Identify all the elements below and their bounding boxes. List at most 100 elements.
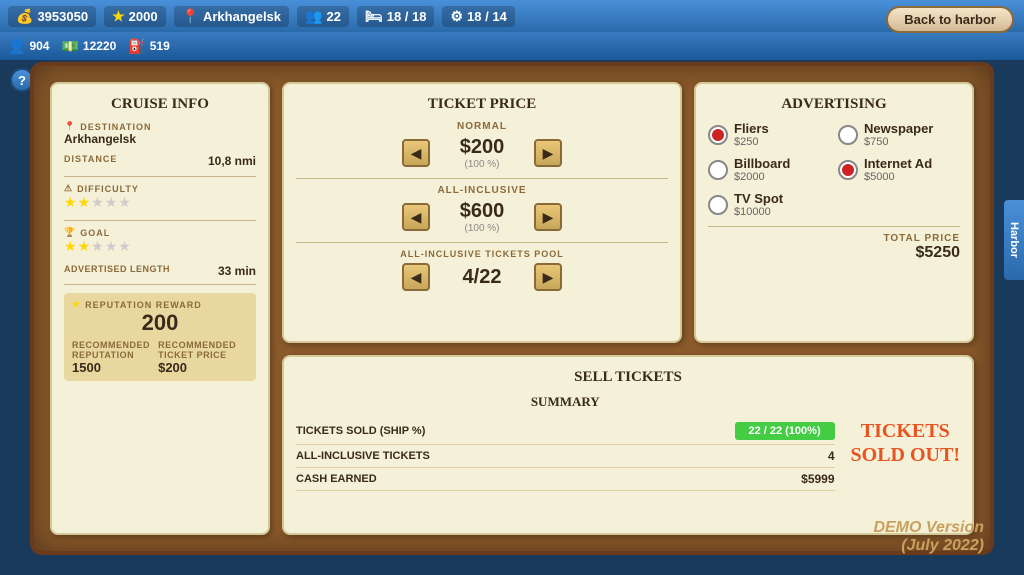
ad-name-billboard: Billboard xyxy=(734,156,790,171)
location-display: 📍 Arkhangelsk xyxy=(174,6,289,27)
ad-price-newspaper: $750 xyxy=(864,136,933,148)
all-inclusive-increase-button[interactable]: ▶ xyxy=(534,203,562,231)
ad-radio-newspaper[interactable] xyxy=(838,125,858,145)
pool-decrease-button[interactable]: ◀ xyxy=(402,263,430,291)
normal-ticket-decrease-button[interactable]: ◀ xyxy=(402,139,430,167)
distance-row: DISTANCE 10,8 nmi xyxy=(64,154,256,168)
ad-price-fliers: $250 xyxy=(734,136,769,148)
fuel-display: ⛽ 519 xyxy=(128,38,169,55)
total-price-section: TOTAL PRICE $5250 xyxy=(708,226,960,262)
items-value: 18 / 14 xyxy=(467,9,507,24)
star-value: 2000 xyxy=(129,9,158,24)
all-inclusive-ticket-section: ALL-INCLUSIVE ◀ $600 (100 %) ▶ xyxy=(296,185,668,234)
difficulty-icon: ⚠ xyxy=(64,183,73,194)
reputation-section: ★ REPUTATION REWARD 200 RECOMMENDED REPU… xyxy=(64,293,256,381)
all-inclusive-summary-label: ALL-INCLUSIVE TICKETS xyxy=(296,450,430,462)
main-board: CRUISE INFO 📍 DESTINATION Arkhangelsk DI… xyxy=(30,62,994,555)
items-display: ⚙ 18 / 14 xyxy=(442,6,514,27)
tickets-sold-fill: 22 / 22 (100%) xyxy=(735,422,835,440)
cash-earned-row: CASH EARNED $5999 xyxy=(296,468,835,491)
cabins-display: 🛏 18 / 18 xyxy=(357,6,435,27)
cash-display: 💵 12220 xyxy=(61,38,116,55)
money-value: 3953050 xyxy=(37,9,88,24)
back-to-harbor-button[interactable]: Back to harbor xyxy=(886,6,1014,33)
difficulty-label: ⚠ DIFFICULTY xyxy=(64,183,256,194)
goal-row: 🏆 GOAL ★ ★ ★ ★ ★ xyxy=(64,227,256,256)
ad-price-tv-spot: $10000 xyxy=(734,206,783,218)
reputation-reward-value: 200 xyxy=(72,310,248,336)
distance-label: DISTANCE xyxy=(64,154,117,168)
star-icon: ★ xyxy=(112,8,125,25)
all-inclusive-ticket-label: ALL-INCLUSIVE xyxy=(296,185,668,196)
normal-ticket-increase-button[interactable]: ▶ xyxy=(534,139,562,167)
money-display: 💰 3953050 xyxy=(8,6,96,27)
ad-item-billboard: Billboard $2000 xyxy=(708,156,830,183)
advertised-length-label: ADVERTISED LENGTH xyxy=(64,264,170,278)
normal-ticket-value: $200 xyxy=(442,136,522,159)
ad-name-fliers: Fliers xyxy=(734,121,769,136)
pool-value: 4/22 xyxy=(442,266,522,289)
pool-label: ALL-INCLUSIVE TICKETS POOL xyxy=(296,249,668,259)
goal-label: 🏆 GOAL xyxy=(64,227,256,238)
star-display: ★ 2000 xyxy=(104,6,165,27)
items-icon: ⚙ xyxy=(450,8,463,25)
ad-radio-fliers[interactable] xyxy=(708,125,728,145)
demo-version-line1: DEMO Version xyxy=(873,519,984,537)
tickets-sold-row: TICKETS SOLD (SHIP %) 22 / 22 (100%) xyxy=(296,418,835,445)
sell-tickets-card: SELL TICKETS SUMMARY TICKETS SOLD (SHIP … xyxy=(282,355,974,535)
reputation-star-icon: ★ xyxy=(72,299,81,310)
ticket-price-card: TICKET PRICE NORMAL ◀ $200 (100 %) ▶ ALL… xyxy=(282,82,682,343)
total-price-label: TOTAL PRICE xyxy=(708,233,960,244)
crew-value: 22 xyxy=(326,9,340,24)
destination-label: 📍 DESTINATION xyxy=(64,121,256,132)
advertising-card: ADVERTISING Fliers $250 Newspaper $750 xyxy=(694,82,974,343)
normal-ticket-section: NORMAL ◀ $200 (100 %) ▶ xyxy=(296,121,668,170)
advertised-length-value: 33 min xyxy=(218,264,256,278)
cabins-value: 18 / 18 xyxy=(387,9,427,24)
harbor-tab[interactable]: Harbor xyxy=(1004,200,1024,280)
all-inclusive-row: ALL-INCLUSIVE TICKETS 4 xyxy=(296,445,835,468)
fuel-icon: ⛽ xyxy=(128,38,145,55)
all-inclusive-value: $600 xyxy=(442,200,522,223)
ad-item-newspaper: Newspaper $750 xyxy=(838,121,960,148)
normal-ticket-control: ◀ $200 (100 %) ▶ xyxy=(296,136,668,170)
advertised-length-row: ADVERTISED LENGTH 33 min xyxy=(64,264,256,278)
cash-earned-label: CASH EARNED xyxy=(296,473,377,485)
fuel-value: 519 xyxy=(150,39,170,53)
ad-radio-internet-ad[interactable] xyxy=(838,160,858,180)
difficulty-stars: ★ ★ ★ ★ ★ xyxy=(64,194,131,211)
cabins-icon: 🛏 xyxy=(365,8,383,25)
ad-radio-tv-spot[interactable] xyxy=(708,195,728,215)
distance-value: 10,8 nmi xyxy=(208,154,256,168)
destination-icon: 📍 xyxy=(64,121,76,132)
location-icon: 📍 xyxy=(182,8,199,25)
ad-name-tv-spot: TV Spot xyxy=(734,191,783,206)
second-bar: 👤 904 💵 12220 ⛽ 519 xyxy=(0,32,1024,60)
all-inclusive-summary-value: 4 xyxy=(828,449,835,463)
ad-radio-billboard[interactable] xyxy=(708,160,728,180)
crew-icon: 👥 xyxy=(305,8,322,25)
ad-price-internet-ad: $5000 xyxy=(864,171,932,183)
cruise-info-title: CRUISE INFO xyxy=(64,96,256,113)
pool-increase-button[interactable]: ▶ xyxy=(534,263,562,291)
board-content: CRUISE INFO 📍 DESTINATION Arkhangelsk DI… xyxy=(50,82,974,535)
rec-reputation: RECOMMENDED REPUTATION 1500 xyxy=(72,340,158,375)
cash-value: 12220 xyxy=(83,39,116,53)
all-inclusive-ticket-control: ◀ $600 (100 %) ▶ xyxy=(296,200,668,234)
cash-earned-value: $5999 xyxy=(801,472,834,486)
all-inclusive-decrease-button[interactable]: ◀ xyxy=(402,203,430,231)
summary-section: SUMMARY TICKETS SOLD (SHIP %) 22 / 22 (1… xyxy=(296,394,835,491)
ad-name-internet-ad: Internet Ad xyxy=(864,156,932,171)
rec-ticket: RECOMMENDED TICKET PRICE $200 xyxy=(158,340,248,375)
pool-control: ◀ 4/22 ▶ xyxy=(296,263,668,291)
destination-row: 📍 DESTINATION Arkhangelsk xyxy=(64,121,256,146)
tickets-sold-out-section: TICKETS SOLD OUT! xyxy=(851,394,960,491)
money-icon: 💰 xyxy=(16,8,33,25)
tickets-sold-out-text: TICKETS SOLD OUT! xyxy=(851,419,960,467)
tickets-sold-label: TICKETS SOLD (SHIP %) xyxy=(296,425,425,437)
cruise-info-card: CRUISE INFO 📍 DESTINATION Arkhangelsk DI… xyxy=(50,82,270,535)
sell-tickets-title: SELL TICKETS xyxy=(296,369,960,386)
rep-details: RECOMMENDED REPUTATION 1500 RECOMMENDED … xyxy=(72,340,248,375)
goal-icon: 🏆 xyxy=(64,227,76,238)
destination-value: Arkhangelsk xyxy=(64,132,256,146)
